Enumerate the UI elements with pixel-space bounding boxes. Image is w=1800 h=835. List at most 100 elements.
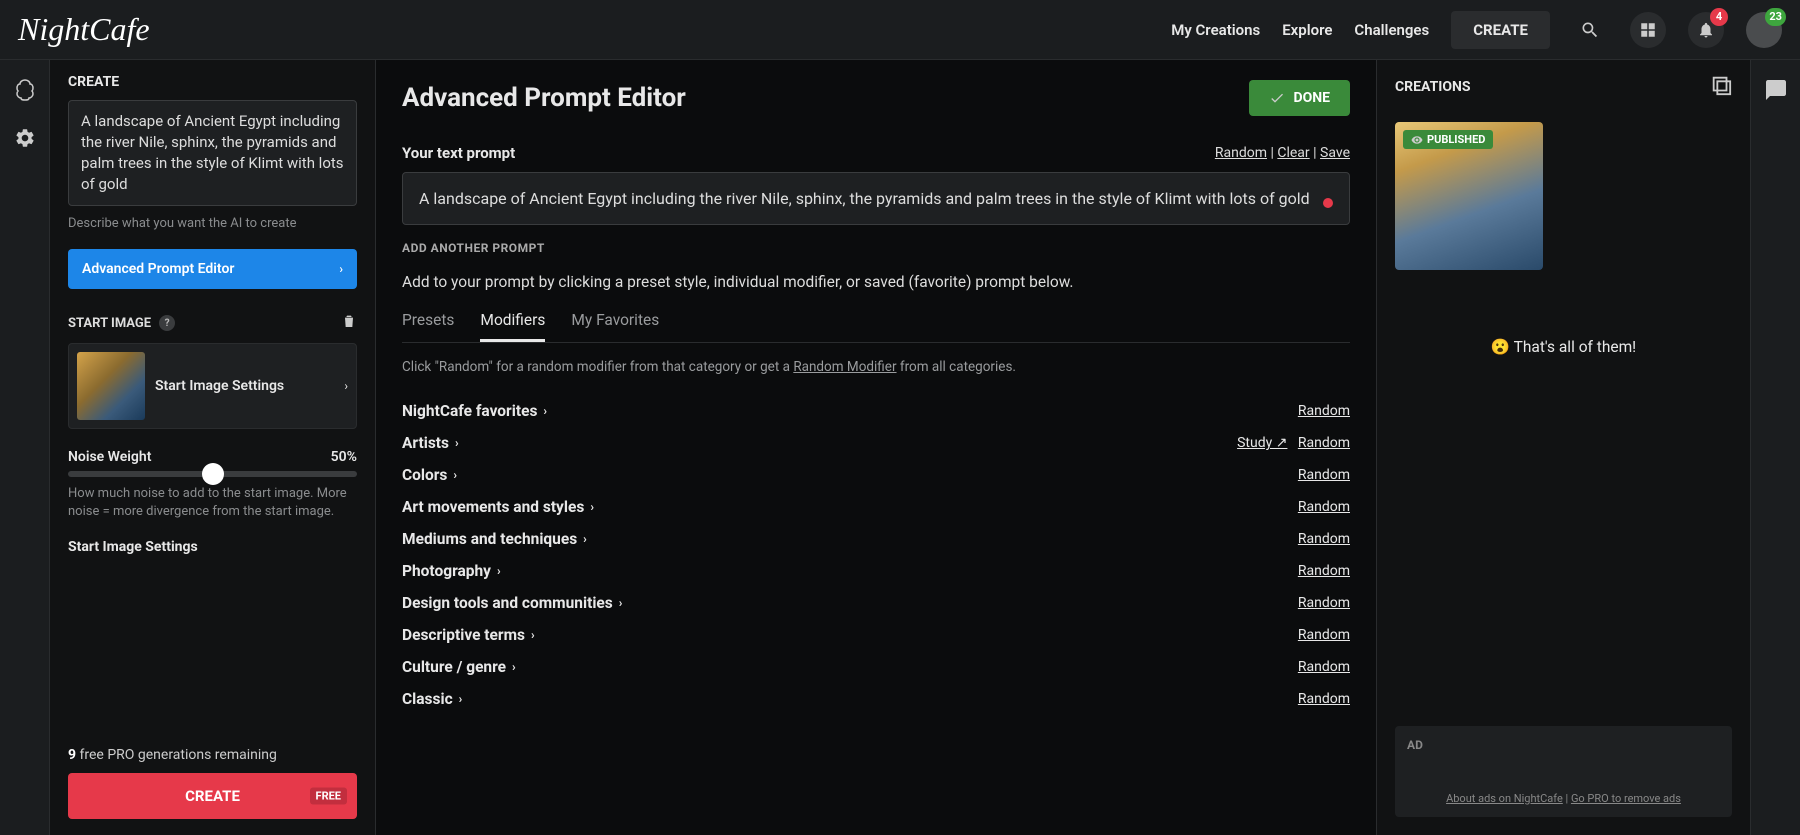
category-row: NightCafe favorites › Random: [402, 395, 1350, 427]
category-row: Art movements and styles › Random: [402, 491, 1350, 523]
avatar[interactable]: 23: [1746, 12, 1782, 48]
prompt-actions: Random | Clear | Save: [1215, 145, 1350, 161]
category-classic[interactable]: Classic ›: [402, 690, 462, 708]
prompt-helper: Describe what you want the AI to create: [68, 216, 357, 231]
free-badge: FREE: [310, 788, 347, 805]
random-category-link[interactable]: Random: [1298, 467, 1350, 483]
category-nightcafe-favorites[interactable]: NightCafe favorites ›: [402, 402, 547, 420]
start-image-settings-heading: Start Image Settings: [68, 539, 357, 555]
noise-weight-slider[interactable]: [68, 471, 357, 477]
tab-favorites[interactable]: My Favorites: [571, 311, 659, 342]
tab-modifiers[interactable]: Modifiers: [480, 311, 545, 342]
save-link[interactable]: Save: [1320, 145, 1350, 161]
category-links: Random: [1298, 563, 1350, 579]
nav-my-creations[interactable]: My Creations: [1171, 21, 1260, 39]
category-descriptive-terms[interactable]: Descriptive terms ›: [402, 626, 535, 644]
prompt-textarea-left[interactable]: A landscape of Ancient Egypt including t…: [68, 100, 357, 206]
random-category-link[interactable]: Random: [1298, 403, 1350, 419]
search-icon[interactable]: [1572, 12, 1608, 48]
chevron-right-icon: ›: [512, 660, 516, 674]
done-label: DONE: [1293, 90, 1330, 106]
all-creations-message: 😮 That's all of them!: [1377, 338, 1750, 356]
random-category-link[interactable]: Random: [1298, 691, 1350, 707]
category-links: Random: [1298, 627, 1350, 643]
creation-card[interactable]: PUBLISHED: [1395, 122, 1547, 270]
random-description: Click "Random" for a random modifier fro…: [402, 359, 1350, 375]
random-category-link[interactable]: Random: [1298, 531, 1350, 547]
category-row: Photography › Random: [402, 555, 1350, 587]
random-category-link[interactable]: Random: [1298, 595, 1350, 611]
chevron-right-icon: ›: [543, 404, 547, 418]
bell-icon[interactable]: 4: [1688, 12, 1724, 48]
category-links: Random: [1298, 659, 1350, 675]
category-culture-genre[interactable]: Culture / genre ›: [402, 658, 516, 676]
category-links: Random: [1298, 531, 1350, 547]
category-row: Classic › Random: [402, 683, 1350, 715]
far-right-rail: [1750, 60, 1800, 835]
random-modifier-link[interactable]: Random Modifier: [793, 359, 896, 375]
start-image-settings-row[interactable]: Start Image Settings ›: [68, 343, 357, 429]
prompt-textarea-main[interactable]: A landscape of Ancient Egypt including t…: [402, 172, 1350, 225]
tab-presets[interactable]: Presets: [402, 311, 454, 342]
category-row: Culture / genre › Random: [402, 651, 1350, 683]
prompt-text: A landscape of Ancient Egypt including t…: [419, 189, 1310, 208]
brain-icon[interactable]: [11, 76, 39, 104]
category-photography[interactable]: Photography ›: [402, 562, 501, 580]
category-artists[interactable]: Artists ›: [402, 434, 459, 452]
go-pro-link[interactable]: Go PRO to remove ads: [1571, 792, 1681, 805]
gear-icon[interactable]: [11, 124, 39, 152]
gallery-icon[interactable]: [1710, 74, 1732, 100]
adv-btn-label: Advanced Prompt Editor: [82, 261, 234, 277]
grid-icon[interactable]: [1630, 12, 1666, 48]
category-links: Study ↗ Random: [1237, 435, 1350, 451]
noise-weight-help: How much noise to add to the start image…: [68, 485, 357, 521]
start-image-label: START IMAGE: [68, 316, 151, 331]
trash-icon[interactable]: [341, 313, 357, 333]
create-button-label: CREATE: [185, 787, 240, 805]
left-panel: CREATE A landscape of Ancient Egypt incl…: [50, 60, 376, 835]
category-links: Random: [1298, 499, 1350, 515]
create-button-main[interactable]: CREATE FREE: [68, 773, 357, 819]
random-category-link[interactable]: Random: [1298, 659, 1350, 675]
about-ads-link[interactable]: About ads on NightCafe: [1446, 792, 1563, 805]
record-indicator-icon: [1323, 198, 1333, 208]
random-category-link[interactable]: Random: [1298, 435, 1350, 451]
random-link[interactable]: Random: [1215, 145, 1267, 161]
chevron-right-icon: ›: [590, 500, 594, 514]
random-category-link[interactable]: Random: [1298, 627, 1350, 643]
random-category-link[interactable]: Random: [1298, 499, 1350, 515]
chevron-right-icon: ›: [339, 262, 343, 276]
category-art-movements-and-styles[interactable]: Art movements and styles ›: [402, 498, 594, 516]
start-image-thumb: [77, 352, 145, 420]
published-badge: PUBLISHED: [1403, 130, 1493, 149]
study-link[interactable]: Study ↗: [1237, 435, 1287, 451]
add-another-prompt-button[interactable]: ADD ANOTHER PROMPT: [402, 241, 1350, 255]
random-category-link[interactable]: Random: [1298, 563, 1350, 579]
noise-weight-value: 50%: [331, 449, 357, 465]
logo[interactable]: NightCafe: [18, 11, 150, 48]
start-image-settings-label: Start Image Settings: [155, 378, 334, 394]
slider-handle[interactable]: [202, 463, 224, 485]
clear-link[interactable]: Clear: [1277, 145, 1309, 161]
category-mediums-and-techniques[interactable]: Mediums and techniques ›: [402, 530, 587, 548]
nav-challenges[interactable]: Challenges: [1354, 21, 1429, 39]
category-row: Mediums and techniques › Random: [402, 523, 1350, 555]
chevron-right-icon: ›: [583, 532, 587, 546]
done-button[interactable]: DONE: [1249, 80, 1350, 116]
category-links: Random: [1298, 403, 1350, 419]
help-icon[interactable]: ?: [159, 315, 175, 331]
category-row: Artists › Study ↗ Random: [402, 427, 1350, 459]
chevron-right-icon: ›: [531, 628, 535, 642]
create-button-top[interactable]: CREATE: [1451, 11, 1550, 49]
category-colors[interactable]: Colors ›: [402, 466, 457, 484]
category-row: Colors › Random: [402, 459, 1350, 491]
chat-icon[interactable]: [1762, 76, 1790, 104]
category-list: NightCafe favorites › Random Artists › Stud…: [402, 395, 1350, 715]
noise-weight-label: Noise Weight: [68, 449, 151, 465]
chevron-right-icon: ›: [459, 692, 463, 706]
nav-explore[interactable]: Explore: [1282, 21, 1332, 39]
advanced-prompt-editor-button[interactable]: Advanced Prompt Editor ›: [68, 249, 357, 289]
category-design-tools-and-communities[interactable]: Design tools and communities ›: [402, 594, 622, 612]
category-row: Descriptive terms › Random: [402, 619, 1350, 651]
chevron-right-icon: ›: [455, 436, 459, 450]
